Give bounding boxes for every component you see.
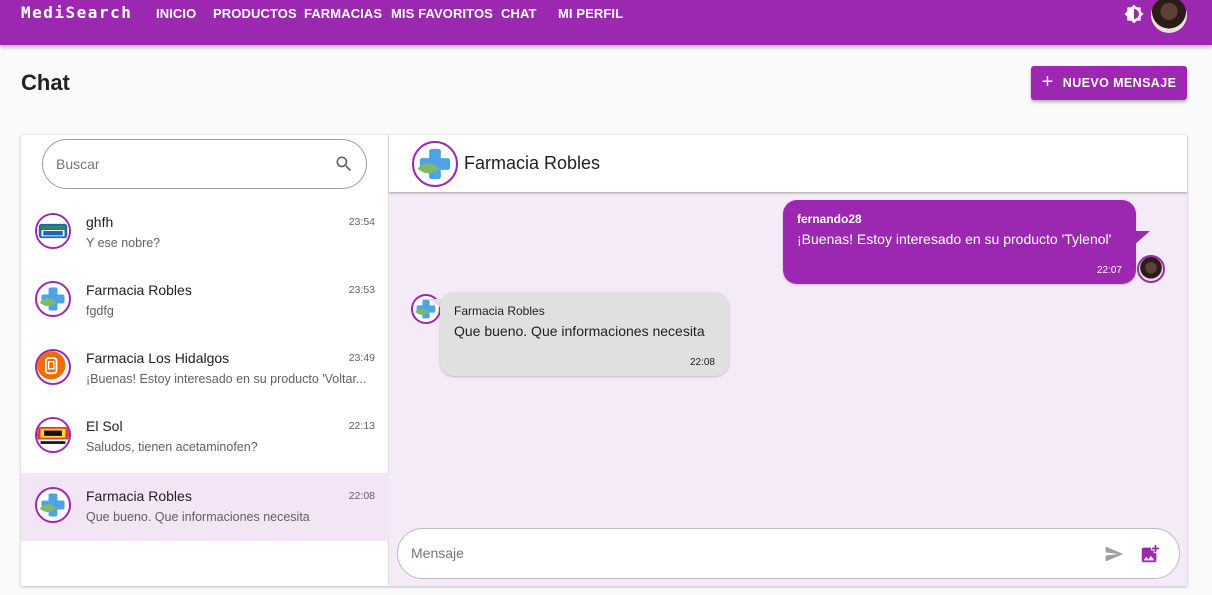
nav-chat[interactable]: CHAT bbox=[501, 6, 537, 21]
robles-cross-logo-avatar bbox=[412, 141, 458, 187]
app-logo[interactable]: MediSearch bbox=[21, 3, 132, 22]
send-icon[interactable] bbox=[1103, 544, 1125, 564]
conversation-name: ghfh bbox=[86, 214, 114, 230]
robles-cross-logo-avatar bbox=[35, 281, 71, 317]
nav-productos[interactable]: PRODUCTOS bbox=[213, 6, 297, 21]
conversation-preview: Que bueno. Que informaciones necesita bbox=[86, 510, 310, 524]
conversation-item-active[interactable]: Farmacia Robles 22:08 Que bueno. Que inf… bbox=[21, 473, 389, 541]
conversation-time: 23:53 bbox=[348, 284, 375, 296]
conversation-preview: fgdfg bbox=[86, 304, 114, 318]
add-image-icon[interactable] bbox=[1139, 543, 1161, 565]
message-text: ¡Buenas! Estoy interesado en su producto… bbox=[797, 231, 1112, 247]
conversation-time: 22:08 bbox=[348, 490, 375, 502]
chat-contact-name: Farmacia Robles bbox=[464, 153, 601, 173]
conversation-time: 23:54 bbox=[348, 216, 375, 228]
plus-icon: + bbox=[1041, 71, 1054, 93]
conversation-time: 22:13 bbox=[348, 420, 375, 432]
nav-farmacias[interactable]: FARMACIAS bbox=[304, 6, 382, 21]
new-message-label: NUEVO MENSAJE bbox=[1062, 76, 1177, 90]
new-message-button[interactable]: + NUEVO MENSAJE bbox=[1031, 66, 1187, 100]
nav-mi-perfil[interactable]: MI PERFIL bbox=[558, 6, 623, 21]
conversation-item[interactable]: Farmacia Robles 23:53 fgdfg bbox=[21, 273, 389, 341]
message-sender: Farmacia Robles bbox=[454, 304, 545, 318]
conversation-list-panel: Buscar ghfh 23:54 Y ese nobre? Farmacia … bbox=[21, 135, 389, 586]
conversation-preview: Y ese nobre? bbox=[86, 236, 161, 250]
search-placeholder: Buscar bbox=[56, 156, 100, 172]
message-placeholder: Mensaje bbox=[411, 545, 464, 561]
message-input[interactable]: Mensaje bbox=[397, 528, 1180, 579]
message-sender: fernando28 bbox=[797, 212, 862, 226]
search-icon[interactable] bbox=[334, 154, 354, 174]
chat-panel: Farmacia Robles fernando28 ¡Buenas! Esto… bbox=[389, 135, 1187, 586]
hidalgos-logo-avatar bbox=[35, 349, 71, 385]
conversation-name: El Sol bbox=[86, 418, 123, 434]
conversation-item[interactable]: Farmacia Los Hidalgos 23:49 ¡Buenas! Est… bbox=[21, 341, 389, 409]
conversation-name: Farmacia Robles bbox=[86, 282, 192, 298]
chat-header: Farmacia Robles bbox=[389, 135, 1187, 193]
el-sol-logo-avatar bbox=[35, 417, 71, 453]
nav-mis-favoritos[interactable]: MIS FAVORITOS bbox=[391, 6, 493, 21]
message-time: 22:07 bbox=[1096, 265, 1122, 276]
robles-cross-logo-avatar bbox=[35, 487, 71, 523]
conversation-item[interactable]: ghfh 23:54 Y ese nobre? bbox=[21, 205, 389, 273]
chat-card: Buscar ghfh 23:54 Y ese nobre? Farmacia … bbox=[21, 135, 1187, 586]
lopez-logo-avatar bbox=[35, 213, 71, 249]
message-text: Que bueno. Que informaciones necesita bbox=[454, 323, 705, 339]
conversation-preview: ¡Buenas! Estoy interesado en su producto… bbox=[86, 372, 367, 386]
message-bubble-outgoing: fernando28 ¡Buenas! Estoy interesado en … bbox=[783, 200, 1136, 284]
search-input[interactable]: Buscar bbox=[42, 139, 367, 189]
conversation-name: Farmacia Los Hidalgos bbox=[86, 350, 230, 366]
message-time: 22:08 bbox=[689, 357, 715, 368]
conversation-time: 23:49 bbox=[348, 352, 375, 364]
bubble-tail bbox=[1134, 231, 1150, 245]
theme-toggle-icon[interactable] bbox=[1124, 4, 1144, 24]
page-title: Chat bbox=[21, 70, 70, 95]
nav-inicio[interactable]: INICIO bbox=[156, 6, 196, 21]
conversation-item[interactable]: El Sol 22:13 Saludos, tienen acetaminofe… bbox=[21, 409, 389, 477]
top-app-bar: MediSearch INICIO PRODUCTOS FARMACIAS MI… bbox=[0, 0, 1212, 45]
sender-avatar bbox=[1137, 255, 1165, 283]
user-avatar[interactable] bbox=[1151, 0, 1187, 33]
message-bubble-incoming: Farmacia Robles Que bueno. Que informaci… bbox=[440, 292, 729, 376]
conversation-preview: Saludos, tienen acetaminofen? bbox=[86, 440, 258, 454]
conversation-name: Farmacia Robles bbox=[86, 488, 192, 504]
